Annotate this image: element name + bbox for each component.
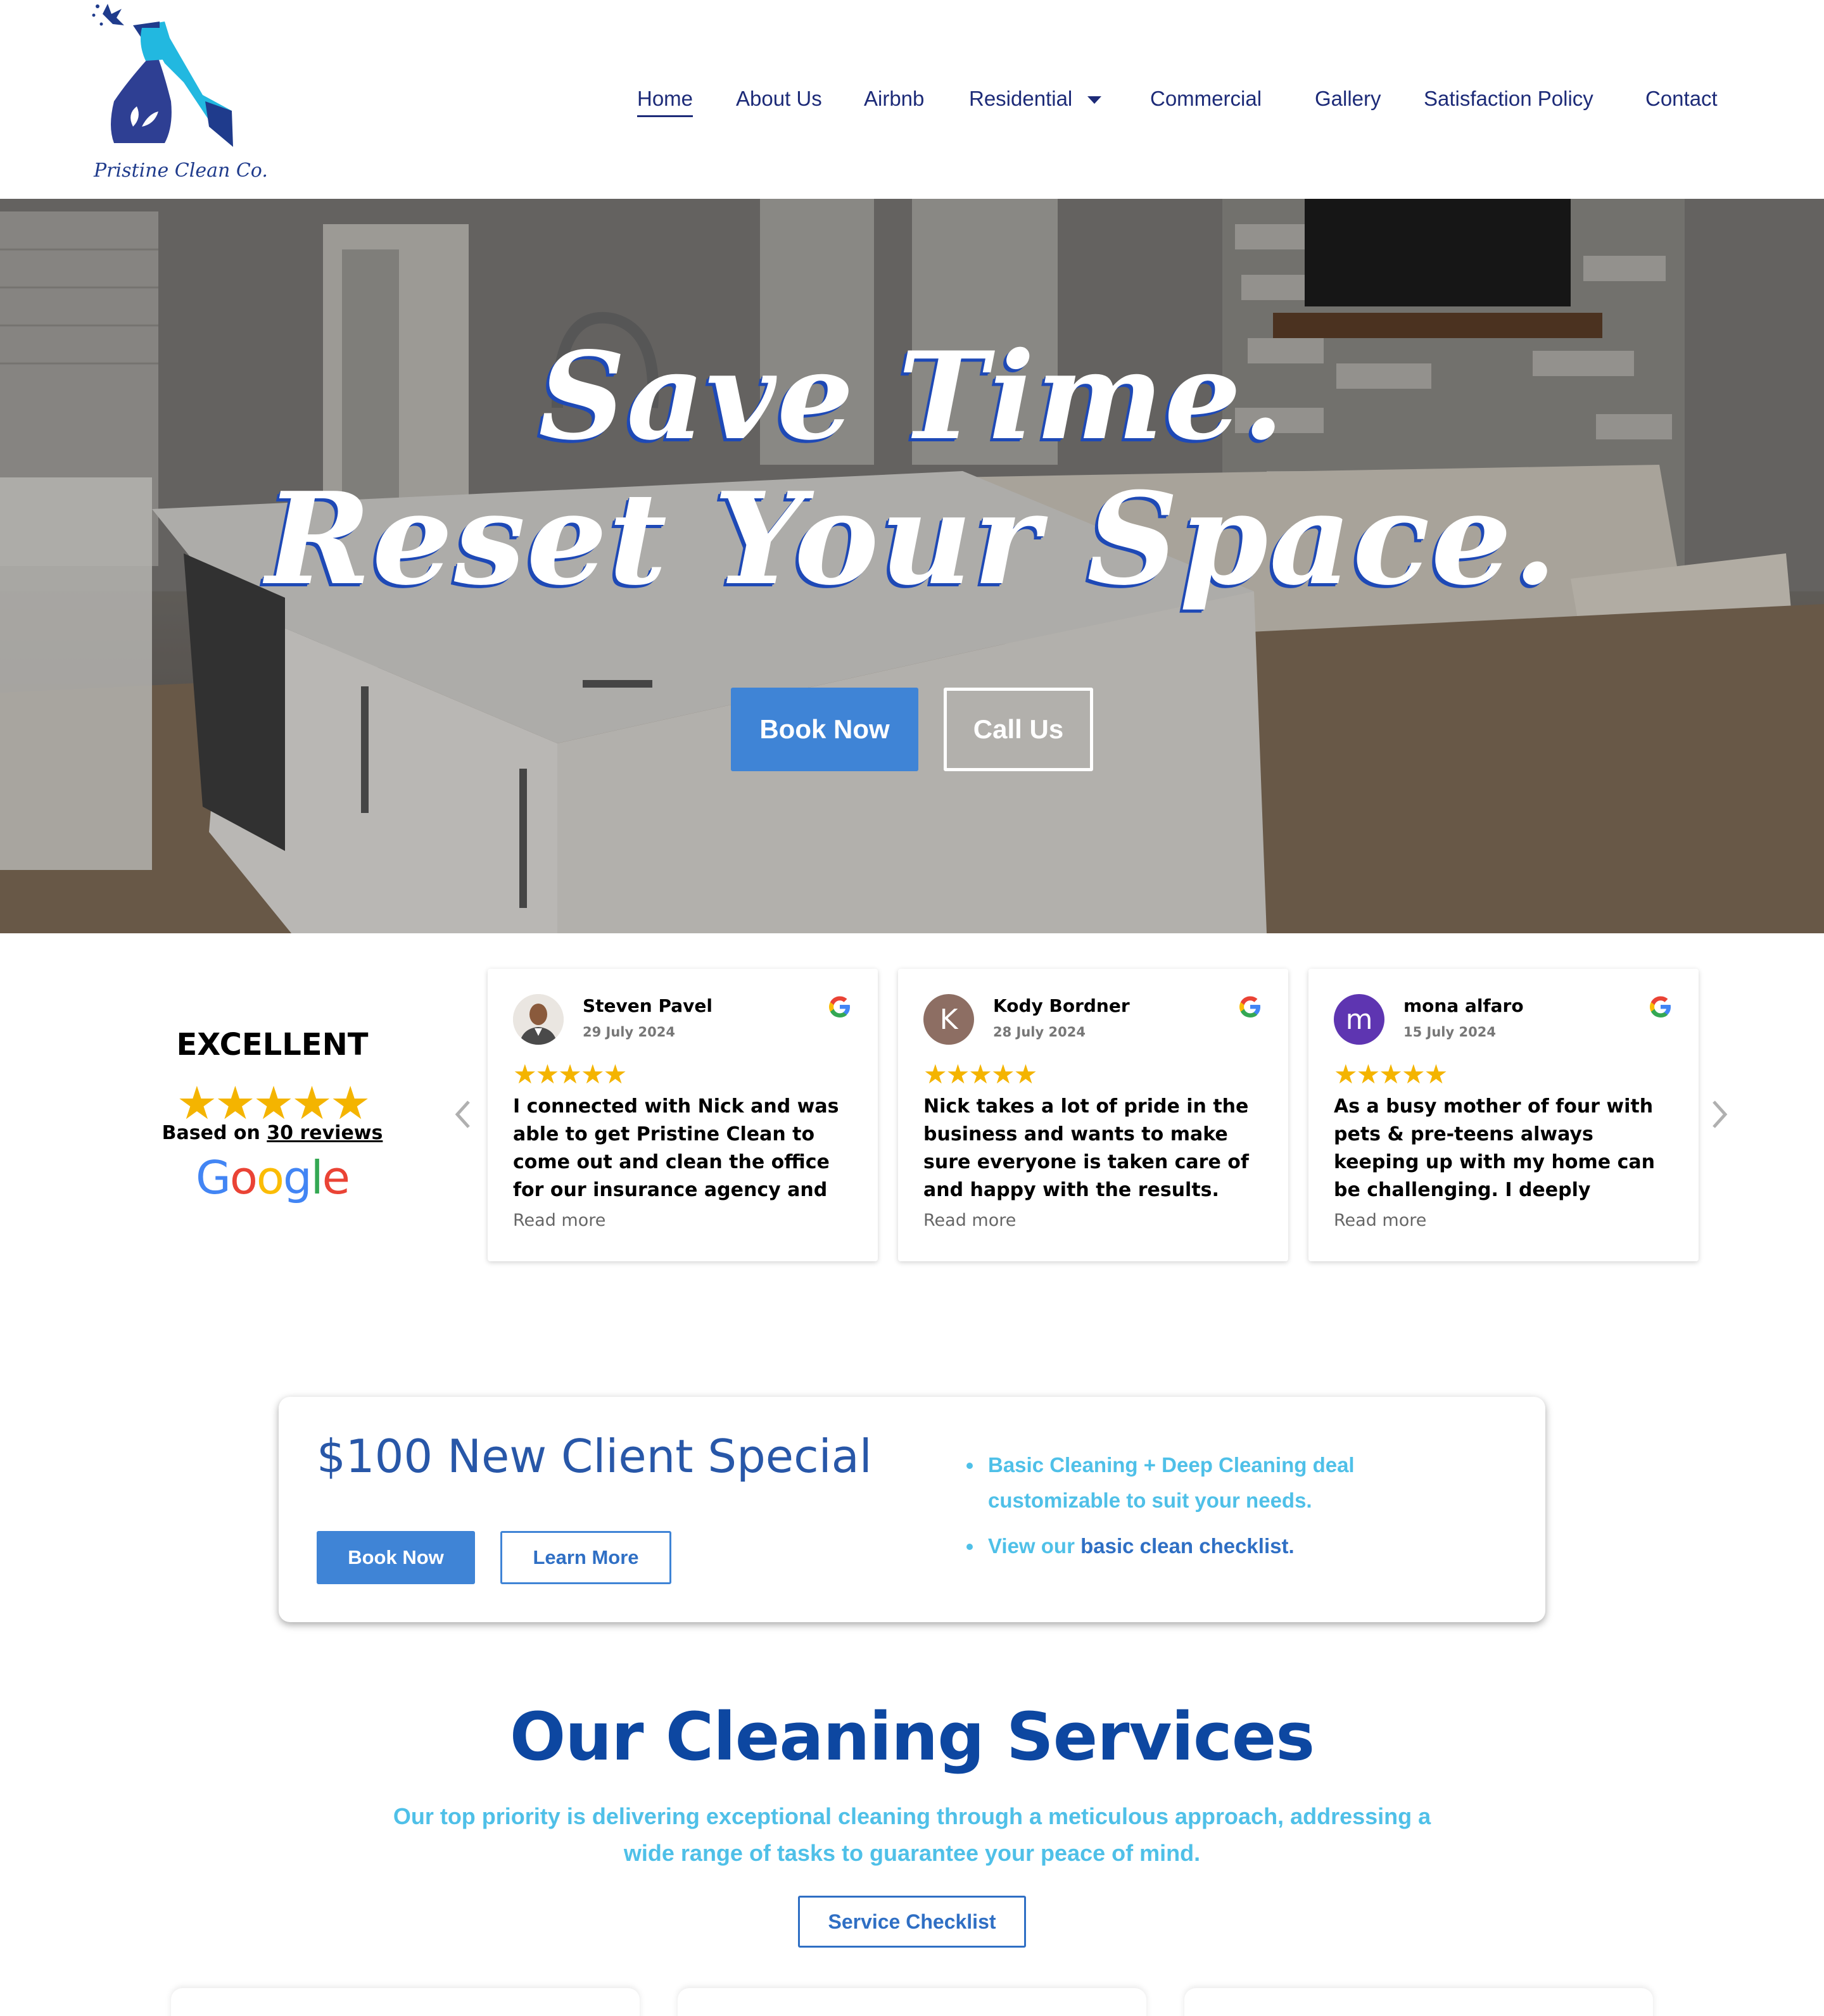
nav-commercial[interactable]: Commercial <box>1150 82 1262 115</box>
carousel-next-arrow-icon[interactable] <box>1710 1095 1729 1133</box>
reviewer-photo-icon <box>513 994 564 1045</box>
services-subtitle: Our top priority is delivering exception… <box>393 1803 1431 1866</box>
nav-airbnb[interactable]: Airbnb <box>864 82 924 115</box>
nav-residential-label: Residential <box>969 87 1073 110</box>
reviewer-avatar: m <box>1334 994 1384 1045</box>
hero-call-us-button[interactable]: Call Us <box>944 688 1093 771</box>
review-stars: ★★★★★ <box>513 1059 627 1089</box>
hero-title-line-1: Save Time. <box>538 325 1286 467</box>
special-book-now-button[interactable]: Book Now <box>317 1531 475 1584</box>
service-checklist-button[interactable]: Service Checklist <box>798 1896 1026 1948</box>
read-more-link[interactable]: Read more <box>923 1211 1016 1230</box>
special-title: $100 New Client Special <box>317 1430 872 1483</box>
caret-down-icon[interactable] <box>1087 96 1102 104</box>
reviewer-avatar: K <box>923 994 974 1045</box>
read-more-link[interactable]: Read more <box>513 1211 605 1230</box>
carousel-prev-arrow-icon[interactable] <box>453 1095 472 1133</box>
service-card[interactable] <box>1184 1988 1653 2016</box>
new-client-special-card: $100 New Client Special Book Now Learn M… <box>279 1397 1545 1622</box>
google-logo: Google <box>196 1151 350 1204</box>
review-text: As a busy mother of four with pets & pre… <box>1334 1095 1655 1201</box>
basic-clean-checklist-link[interactable]: basic clean checklist. <box>1080 1534 1295 1558</box>
nav-satisfaction-policy[interactable]: Satisfaction Policy <box>1424 82 1593 115</box>
site-header: Pristine Clean Co. Home About Us Airbnb … <box>0 0 1824 199</box>
review-card[interactable]: K Kody Bordner 28 July 2024 ★★★★★ Nick t… <box>898 969 1288 1261</box>
review-stars: ★★★★★ <box>923 1059 1037 1089</box>
read-more-link[interactable]: Read more <box>1334 1211 1426 1230</box>
review-text: Nick takes a lot of pride in the busines… <box>923 1095 1249 1201</box>
special-bullet-deal: Basic Cleaning + Deep Cleaning deal cust… <box>966 1447 1448 1518</box>
reviewer-name: Steven Pavel <box>583 995 712 1016</box>
google-g-icon <box>1239 996 1260 1017</box>
hero-book-now-button[interactable]: Book Now <box>731 688 918 771</box>
review-stars: ★★★★★ <box>1334 1059 1448 1089</box>
google-g-icon <box>829 996 850 1017</box>
google-g-icon <box>1650 996 1671 1017</box>
review-card[interactable]: m mona alfaro 15 July 2024 ★★★★★ As a bu… <box>1308 969 1699 1261</box>
special-learn-more-button[interactable]: Learn More <box>500 1531 671 1584</box>
review-date: 28 July 2024 <box>993 1024 1086 1040</box>
logo-wordmark[interactable]: Pristine Clean Co. <box>94 160 268 182</box>
review-card[interactable]: Steven Pavel 29 July 2024 ★★★★★ I connec… <box>488 969 878 1261</box>
service-card[interactable] <box>171 1988 640 2016</box>
services-heading: Our Cleaning Services <box>509 1698 1315 1775</box>
rating-summary-label: EXCELLENT <box>176 1027 369 1062</box>
reviews-count: Based on 30 reviews <box>152 1122 393 1144</box>
nav-contact[interactable]: Contact <box>1645 82 1718 115</box>
review-text: I connected with Nick and was able to ge… <box>513 1095 839 1201</box>
reviewer-name: Kody Bordner <box>993 995 1130 1016</box>
nav-about-us[interactable]: About Us <box>736 82 822 115</box>
hero-title-line-2: Reset Your Space. <box>265 465 1559 614</box>
nav-gallery[interactable]: Gallery <box>1315 82 1381 115</box>
special-bullet-checklist: View our basic clean checklist. <box>966 1528 1448 1564</box>
reviewer-avatar <box>513 994 564 1045</box>
reviews-count-link[interactable]: 30 reviews <box>267 1122 383 1144</box>
review-date: 29 July 2024 <box>583 1024 675 1040</box>
review-date: 15 July 2024 <box>1403 1024 1496 1040</box>
hero-section: Save Time. Reset Your Space. Book Now Ca… <box>0 199 1824 933</box>
special-bullet-checklist-prefix: View our <box>988 1534 1075 1558</box>
service-card[interactable] <box>678 1988 1146 2016</box>
special-bullet-list: Basic Cleaning + Deep Cleaning deal cust… <box>966 1447 1448 1574</box>
reviews-count-prefix: Based on <box>162 1122 260 1144</box>
reviewer-name: mona alfaro <box>1403 995 1524 1016</box>
nav-home[interactable]: Home <box>637 82 694 117</box>
nav-residential[interactable]: Residential <box>969 82 1102 115</box>
